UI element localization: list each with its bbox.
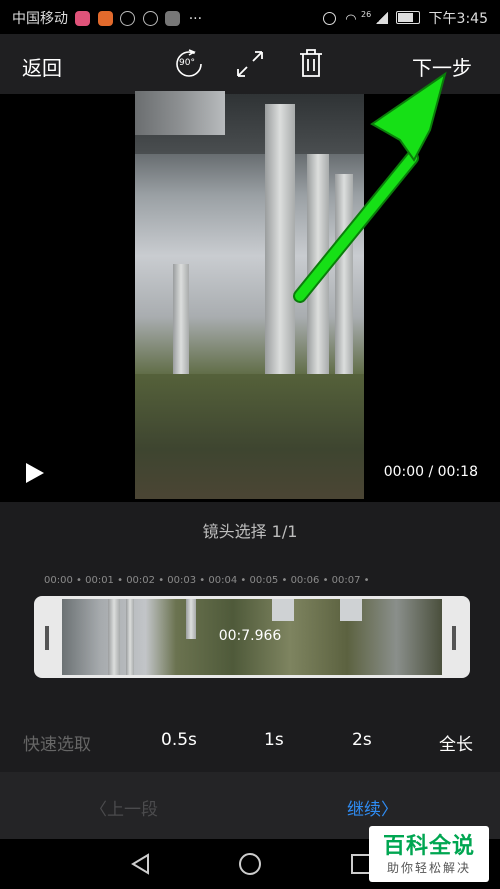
ruler-tick: 00:00 [44, 575, 73, 586]
status-left: 中国移动 ··· [12, 8, 202, 28]
home-circle-icon[interactable] [238, 852, 262, 876]
video-frame[interactable] [135, 94, 364, 499]
chevron-right-icon: 〉 [381, 800, 398, 820]
quick-select-0-5s[interactable]: 0.5s [161, 730, 197, 750]
thumbnail-pillar [340, 599, 362, 621]
ruler-tick: 00:06 [290, 575, 320, 586]
next-step-button[interactable]: 下一步 [412, 52, 472, 81]
continue-button[interactable]: 继续〉 [347, 795, 398, 820]
sync-notification-icon [142, 11, 158, 26]
quick-select-2s[interactable]: 2s [352, 730, 372, 750]
watermark-slogan: 助你轻松解决 [386, 861, 471, 875]
expand-icon [237, 51, 263, 77]
watermark-title: 百科全说 [382, 834, 475, 859]
more-notifications: ··· [188, 11, 203, 27]
ruler-tick: 00:02 [126, 575, 156, 586]
thumbnail-pillar [272, 599, 294, 621]
quick-select-label: 快速选取 [23, 735, 91, 755]
network-type: 26 [361, 10, 372, 19]
hillside-vegetation [135, 374, 364, 499]
trash-icon [300, 49, 322, 77]
signal-icon [375, 12, 388, 24]
back-button[interactable]: 返回 [22, 52, 62, 81]
delete-button[interactable] [298, 48, 324, 82]
fullscreen-button[interactable] [236, 50, 264, 82]
rotate-button[interactable]: 90° [174, 47, 204, 77]
previous-segment-button[interactable]: 〈上一段 [90, 795, 158, 820]
continue-label: 继续 [347, 800, 381, 820]
ruler-tick: 00:07 [331, 575, 361, 586]
blurred-region [135, 91, 225, 135]
shot-selection-title: 镜头选择 1/1 [202, 522, 298, 541]
play-button[interactable] [24, 461, 46, 489]
clock: 下午3:45 [428, 11, 488, 27]
ruler-tick: 00:05 [249, 575, 279, 586]
quick-select-1s[interactable]: 1s [264, 730, 284, 750]
status-right: ◠ 26 下午3:45 [322, 8, 488, 28]
bridge-pillar [307, 154, 329, 404]
fox-app-icon [97, 11, 113, 26]
wifi-icon: ◠ [345, 12, 357, 27]
back-triangle-icon[interactable] [130, 853, 150, 875]
rotate-label: 90° [179, 58, 195, 68]
timeline-ruler: 00:00 • 00:01 • 00:02 • 00:03 • 00:04 • … [44, 575, 370, 586]
battery-icon [396, 11, 421, 24]
ruler-tick: 00:01 [85, 575, 114, 586]
previous-segment-label: 上一段 [107, 800, 158, 820]
play-icon [26, 463, 44, 483]
quick-select-full[interactable]: 全长 [439, 730, 473, 755]
play-notification-icon [120, 11, 136, 26]
status-bar: 中国移动 ··· ◠ 26 下午3:45 [0, 0, 500, 34]
message-notification-icon [165, 11, 181, 26]
playback-time: 00:00 / 00:18 [383, 464, 478, 480]
alarm-icon [322, 12, 336, 25]
carrier-label: 中国移动 [12, 11, 68, 27]
bridge-pillar [335, 174, 353, 374]
ruler-tick: 00:03 [167, 575, 197, 586]
chevron-left-icon: 〈 [90, 800, 107, 820]
ruler-tick: 00:04 [208, 575, 238, 586]
trim-duration: 00:7.966 [218, 628, 282, 644]
app-notification-icon [75, 11, 91, 26]
